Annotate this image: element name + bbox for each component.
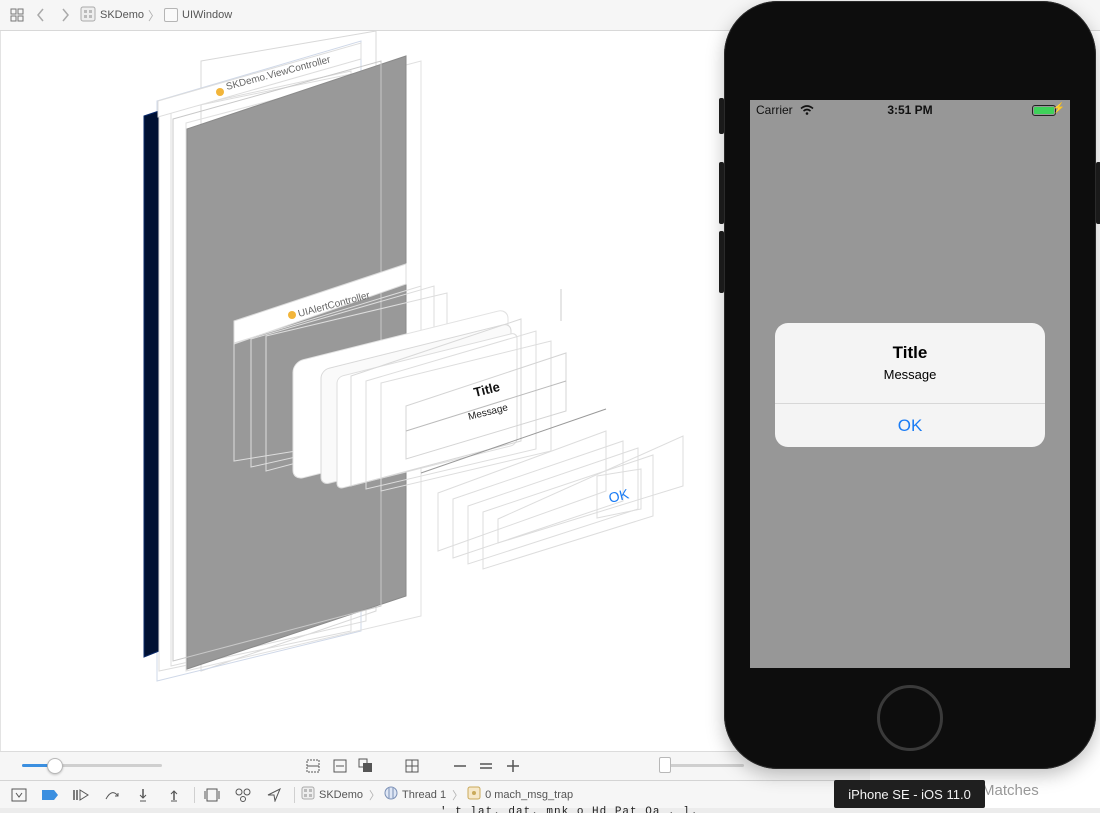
- location-icon[interactable]: [263, 785, 285, 805]
- debug-bar-item-project[interactable]: SKDemo: [301, 786, 363, 803]
- debug-bar-label: Thread 1: [402, 788, 447, 801]
- status-time: 3:51 PM: [887, 103, 933, 117]
- toolbar-divider: [194, 786, 195, 803]
- alert-message: Message: [883, 367, 937, 382]
- frame-icon: [467, 786, 481, 803]
- chevron-right-icon: 〉: [369, 789, 381, 802]
- jump-bar-label: SKDemo: [100, 9, 145, 21]
- back-arrow-icon[interactable]: [32, 6, 50, 24]
- filter-matches-label: Matches: [982, 782, 1039, 799]
- xcode-view-debugger: SKDemo 〉 UIWindow SKDemo.ViewController: [0, 0, 1100, 813]
- battery-level: [1034, 107, 1054, 114]
- debug-bar-item-thread[interactable]: Thread 1: [384, 786, 446, 803]
- chevron-right-icon: 〉: [148, 8, 161, 23]
- alert-dialog: Title Message OK: [775, 323, 1045, 447]
- jump-bar-item-window[interactable]: UIWindow: [164, 8, 232, 22]
- volume-down-button: [719, 231, 724, 293]
- alert-ok-button[interactable]: OK: [775, 404, 1045, 447]
- view-controller-icon: [216, 88, 224, 96]
- home-button[interactable]: [877, 685, 943, 751]
- chevron-right-icon: 〉: [452, 789, 464, 802]
- hide-debug-area-icon[interactable]: [8, 785, 30, 805]
- project-icon: [80, 6, 96, 25]
- memory-graph-icon[interactable]: [232, 785, 254, 805]
- debug-bar-label: 0 mach_msg_trap: [485, 788, 574, 801]
- jump-bar-item-project[interactable]: SKDemo: [80, 6, 144, 25]
- grid-icon[interactable]: [8, 6, 26, 24]
- constraints-icon[interactable]: [331, 757, 349, 775]
- charging-icon: ⚡: [1052, 103, 1065, 114]
- project-icon: [301, 786, 315, 803]
- jump-bar-label: UIWindow: [182, 9, 233, 21]
- step-over-icon[interactable]: [101, 785, 123, 805]
- view-debugger-toolbar: [0, 751, 870, 780]
- console-output: ' t lat. dat. mnk o Hd Pat Oa . l.: [440, 806, 699, 813]
- orientation-icon[interactable]: [403, 757, 421, 775]
- zoom-out-icon[interactable]: [451, 757, 469, 775]
- zoom-in-icon[interactable]: [504, 757, 522, 775]
- clipped-content-icon[interactable]: [304, 757, 322, 775]
- zoom-reset-icon[interactable]: [477, 757, 495, 775]
- breakpoints-icon[interactable]: [39, 785, 61, 805]
- mute-switch: [719, 98, 724, 134]
- wireframe-icon[interactable]: [357, 757, 375, 775]
- continue-icon[interactable]: [70, 785, 92, 805]
- spacing-slider[interactable]: [22, 764, 162, 767]
- toolbar-divider: [294, 786, 295, 803]
- status-bar: Carrier 3:51 PM ⚡: [750, 100, 1070, 120]
- spacing-slider-knob[interactable]: [47, 758, 63, 774]
- debug-bar-item-frame[interactable]: 0 mach_msg_trap: [467, 786, 573, 803]
- step-out-icon[interactable]: [163, 785, 185, 805]
- volume-up-button: [719, 162, 724, 224]
- step-into-icon[interactable]: [132, 785, 154, 805]
- alert-title: Title: [892, 343, 928, 362]
- alert-controller-icon: [288, 311, 296, 319]
- debug-bar-label: SKDemo: [319, 788, 364, 801]
- power-button: [1096, 162, 1100, 224]
- simulator-device: Carrier 3:51 PM ⚡ Title Message OK: [719, 1, 1100, 769]
- device-name-tooltip: iPhone SE - iOS 11.0: [834, 780, 985, 808]
- range-slider[interactable]: [664, 764, 744, 767]
- thread-icon: [384, 786, 398, 803]
- range-slider-handle[interactable]: [659, 757, 671, 773]
- view-icon: [164, 8, 179, 22]
- simulator-screen[interactable]: Carrier 3:51 PM ⚡ Title Message OK: [750, 100, 1070, 668]
- forward-arrow-icon[interactable]: [56, 6, 74, 24]
- uiwindow-layer: [143, 110, 160, 658]
- view-hierarchy-icon[interactable]: [201, 785, 223, 805]
- exploded-view-hierarchy[interactable]: SKDemo.ViewController UIAlertController …: [1, 31, 721, 751]
- debug-bar: SKDemo 〉 Thread 1 〉 0 mach_msg_trap: [0, 780, 870, 808]
